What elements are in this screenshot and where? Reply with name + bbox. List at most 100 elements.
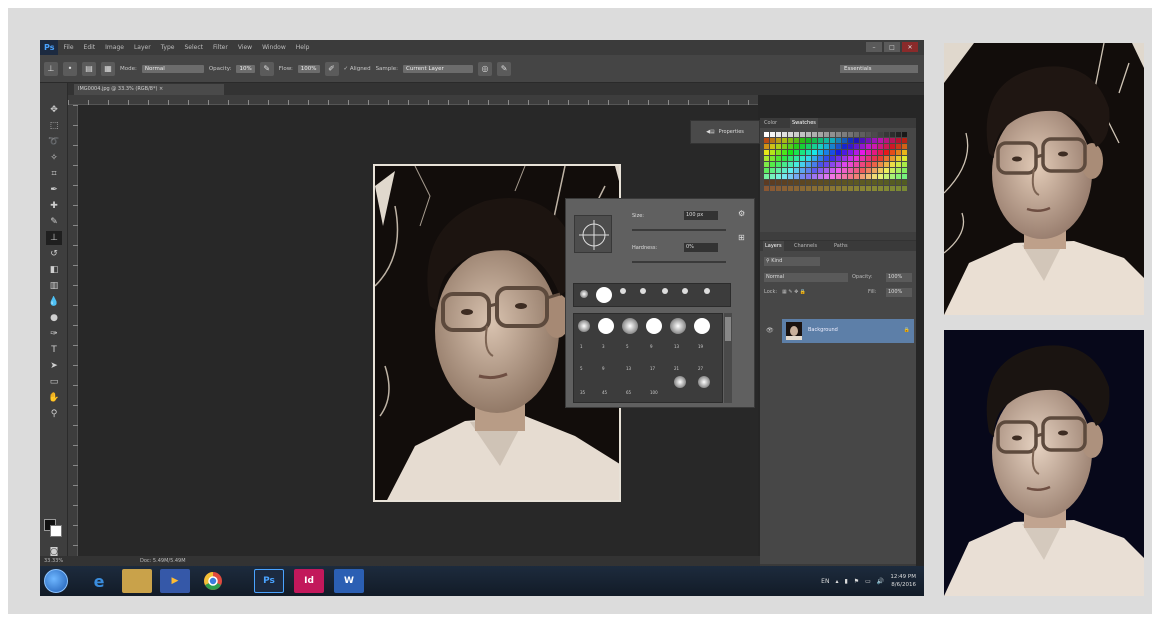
color-swatch[interactable] xyxy=(884,138,889,143)
color-swatch[interactable] xyxy=(776,138,781,143)
color-swatch[interactable] xyxy=(788,132,793,137)
color-swatch[interactable] xyxy=(842,144,847,149)
color-swatch[interactable] xyxy=(860,156,865,161)
color-swatch[interactable] xyxy=(818,150,823,155)
color-swatch[interactable] xyxy=(782,132,787,137)
color-swatch[interactable] xyxy=(818,144,823,149)
color-swatch[interactable] xyxy=(848,144,853,149)
type-tool-icon[interactable]: T xyxy=(46,343,62,357)
move-tool-icon[interactable]: ✥ xyxy=(46,103,62,117)
brush-tip[interactable] xyxy=(682,288,688,294)
color-swatch[interactable] xyxy=(860,144,865,149)
photoshop-taskbar-icon[interactable]: Ps xyxy=(254,569,284,593)
color-swatch[interactable] xyxy=(788,150,793,155)
color-swatch[interactable] xyxy=(764,144,769,149)
document-tab[interactable]: IMG0004.jpg @ 33.3% (RGB/8*) × xyxy=(74,84,224,95)
flag-icon[interactable]: ⚑ xyxy=(854,578,859,585)
color-swatch[interactable] xyxy=(890,144,895,149)
gear-icon[interactable]: ⚙ xyxy=(738,209,745,218)
color-swatch[interactable] xyxy=(860,132,865,137)
color-swatch[interactable] xyxy=(788,174,793,179)
color-swatch[interactable] xyxy=(878,132,883,137)
color-swatch[interactable] xyxy=(842,162,847,167)
color-swatch[interactable] xyxy=(782,144,787,149)
visibility-eye-icon[interactable]: 👁 xyxy=(766,327,774,334)
pen-tool-icon[interactable]: ✑ xyxy=(46,327,62,341)
history-brush-tool-icon[interactable]: ↺ xyxy=(46,247,62,261)
color-swatch[interactable] xyxy=(836,150,841,155)
color-swatch[interactable] xyxy=(878,168,883,173)
brush-grid-scrollbar[interactable] xyxy=(724,313,732,403)
properties-panel-button[interactable]: ◀▤ Properties xyxy=(690,120,760,144)
color-swatch[interactable] xyxy=(800,174,805,179)
color-swatch[interactable] xyxy=(842,186,847,191)
maximize-button[interactable]: □ xyxy=(884,42,900,52)
color-swatch[interactable] xyxy=(764,162,769,167)
color-swatch[interactable] xyxy=(818,132,823,137)
color-swatch[interactable] xyxy=(854,138,859,143)
color-swatch[interactable] xyxy=(788,168,793,173)
chrome-icon[interactable] xyxy=(198,569,228,593)
color-swatch[interactable] xyxy=(896,132,901,137)
color-swatch[interactable] xyxy=(776,168,781,173)
color-swatch[interactable] xyxy=(818,138,823,143)
tab-channels[interactable]: Channels xyxy=(794,243,817,249)
color-swatch[interactable] xyxy=(788,186,793,191)
color-swatch[interactable] xyxy=(806,132,811,137)
color-swatch[interactable] xyxy=(794,138,799,143)
color-swatch[interactable] xyxy=(842,138,847,143)
pressure-opacity-icon[interactable]: ✎ xyxy=(259,61,274,76)
color-swatch[interactable] xyxy=(854,186,859,191)
clone-stamp-tool-icon[interactable]: ⊥ xyxy=(46,231,62,245)
color-swatch[interactable] xyxy=(884,162,889,167)
color-swatch[interactable] xyxy=(812,150,817,155)
color-swatch[interactable] xyxy=(890,180,895,185)
brush-tip[interactable] xyxy=(578,320,590,332)
menu-filter[interactable]: Filter xyxy=(208,44,233,51)
color-swatch[interactable] xyxy=(794,186,799,191)
color-swatch[interactable] xyxy=(872,132,877,137)
color-swatch[interactable] xyxy=(896,186,901,191)
opacity-field[interactable]: 10% xyxy=(236,64,255,73)
color-swatch[interactable] xyxy=(812,186,817,191)
color-swatch[interactable] xyxy=(806,156,811,161)
color-swatch[interactable] xyxy=(884,186,889,191)
color-swatch[interactable] xyxy=(890,132,895,137)
color-swatch[interactable] xyxy=(782,156,787,161)
color-swatch[interactable] xyxy=(794,150,799,155)
brush-tip[interactable] xyxy=(640,288,646,294)
color-swatch[interactable] xyxy=(848,168,853,173)
color-swatch[interactable] xyxy=(896,162,901,167)
color-swatch[interactable] xyxy=(776,156,781,161)
menu-help[interactable]: Help xyxy=(291,44,315,51)
scrollbar-thumb[interactable] xyxy=(725,317,731,341)
color-swatch[interactable] xyxy=(830,156,835,161)
color-swatch[interactable] xyxy=(818,162,823,167)
zoom-tool-icon[interactable]: ⚲ xyxy=(46,407,62,421)
color-swatch[interactable] xyxy=(818,174,823,179)
eyedropper-tool-icon[interactable]: ✒ xyxy=(46,183,62,197)
color-swatch[interactable] xyxy=(794,132,799,137)
color-swatch[interactable] xyxy=(782,162,787,167)
color-swatch[interactable] xyxy=(812,162,817,167)
color-swatch[interactable] xyxy=(860,168,865,173)
brush-tip[interactable] xyxy=(622,318,638,334)
color-swatch[interactable] xyxy=(866,186,871,191)
color-swatch[interactable] xyxy=(824,168,829,173)
path-select-tool-icon[interactable]: ➤ xyxy=(46,359,62,373)
color-swatch[interactable] xyxy=(806,138,811,143)
color-swatch[interactable] xyxy=(860,174,865,179)
color-swatch[interactable] xyxy=(800,186,805,191)
new-preset-icon[interactable]: ⊞ xyxy=(738,233,745,242)
blend-mode-dropdown[interactable]: Normal xyxy=(764,273,848,282)
color-swatch[interactable] xyxy=(794,156,799,161)
color-swatch[interactable] xyxy=(902,174,907,179)
color-swatch[interactable] xyxy=(902,138,907,143)
workspace-dropdown[interactable]: Essentials xyxy=(840,64,918,73)
color-swatch[interactable] xyxy=(764,150,769,155)
color-swatch[interactable] xyxy=(824,138,829,143)
brush-panel-icon[interactable]: ▤ xyxy=(82,61,96,76)
color-swatch[interactable] xyxy=(848,138,853,143)
color-swatch[interactable] xyxy=(782,138,787,143)
color-swatch[interactable] xyxy=(872,156,877,161)
